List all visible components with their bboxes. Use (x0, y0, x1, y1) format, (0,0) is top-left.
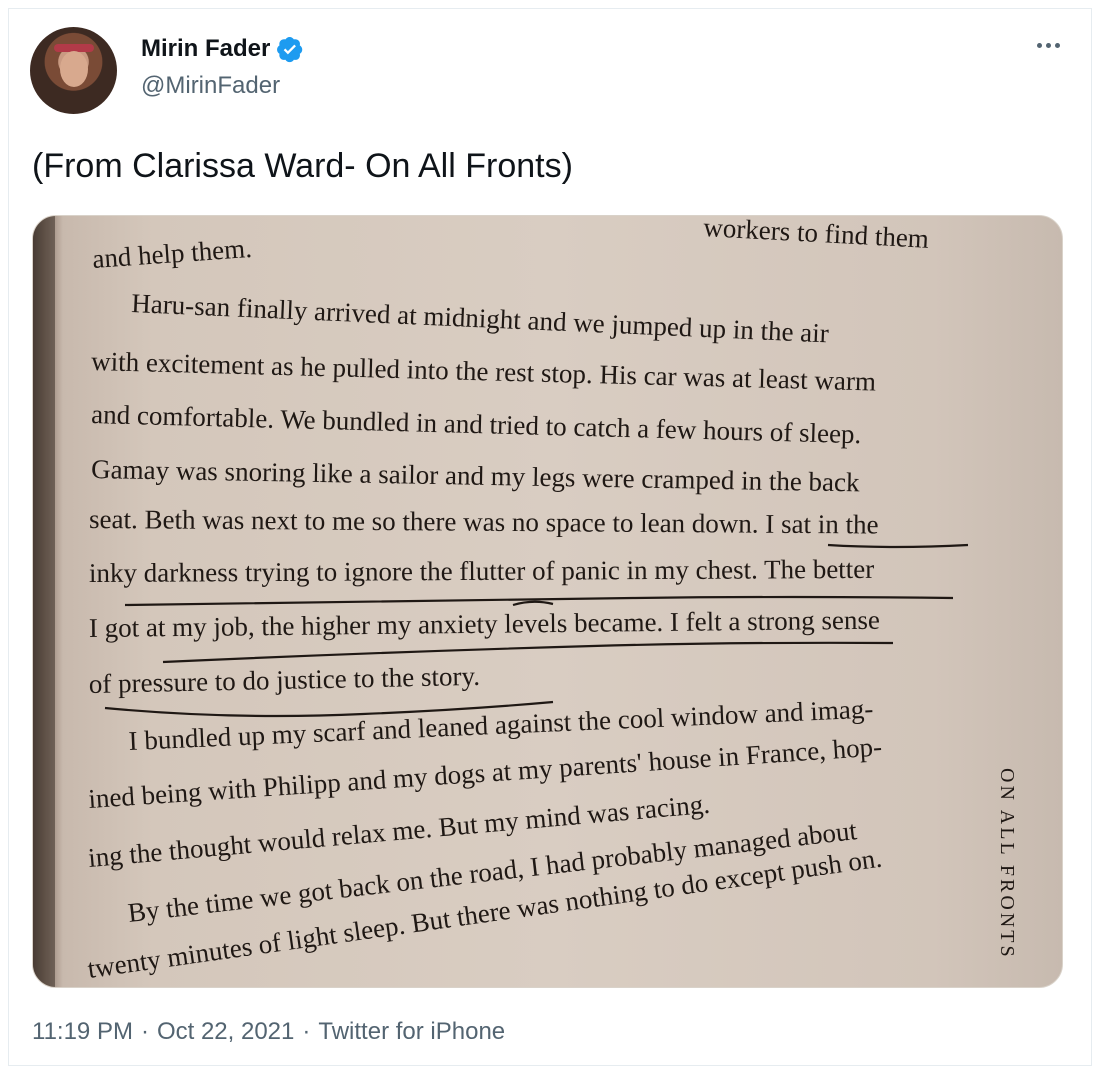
author-display-name[interactable]: Mirin Fader (141, 33, 270, 65)
pen-underline (827, 543, 969, 549)
more-dot (1036, 42, 1042, 48)
page-spine-shadow (33, 216, 55, 987)
book-line: workers to find them (703, 216, 930, 254)
pen-underline (512, 600, 554, 607)
pen-underline (162, 641, 894, 664)
meta-separator: · (302, 1018, 311, 1045)
tweet-text: (From Clarissa Ward- On All Fronts) (32, 147, 573, 185)
more-dot (1054, 42, 1060, 48)
more-options-icon[interactable] (1028, 30, 1068, 60)
book-line: of pressure to do justice to the story. (88, 661, 480, 699)
author-name-row[interactable]: Mirin Fader (141, 33, 304, 65)
avatar-face (60, 51, 88, 87)
book-line: seat. Beth was next to me so there was n… (89, 504, 879, 540)
book-line: Gamay was snoring like a sailor and my l… (91, 454, 860, 497)
more-dot (1045, 42, 1051, 48)
meta-separator: · (140, 1018, 149, 1045)
book-line: Haru-san finally arrived at midnight and… (131, 288, 830, 348)
tweet-time[interactable]: 11:19 PM (32, 1016, 133, 1048)
tweet-date[interactable]: Oct 22, 2021 (157, 1016, 294, 1048)
author-handle[interactable]: @MirinFader (141, 70, 280, 102)
tweet-meta: 11:19 PM · Oct 22, 2021 · Twitter for iP… (32, 1016, 505, 1048)
book-line: I got at my job, the higher my anxiety l… (89, 605, 880, 643)
book-line: with excitement as he pulled into the re… (91, 346, 877, 397)
book-page: workers to find them and help them. Haru… (33, 216, 1018, 987)
avatar[interactable] (30, 27, 117, 114)
running-head: ON ALL FRONTS (996, 768, 1018, 960)
book-line: and comfortable. We bundled in and tried… (91, 399, 862, 449)
book-line: inky darkness trying to ignore the flutt… (89, 554, 874, 588)
tweet-source[interactable]: Twitter for iPhone (318, 1016, 505, 1048)
verified-badge-icon (277, 36, 303, 63)
book-line: and help them. (91, 233, 252, 274)
tweet-photo[interactable]: workers to find them and help them. Haru… (32, 215, 1063, 988)
